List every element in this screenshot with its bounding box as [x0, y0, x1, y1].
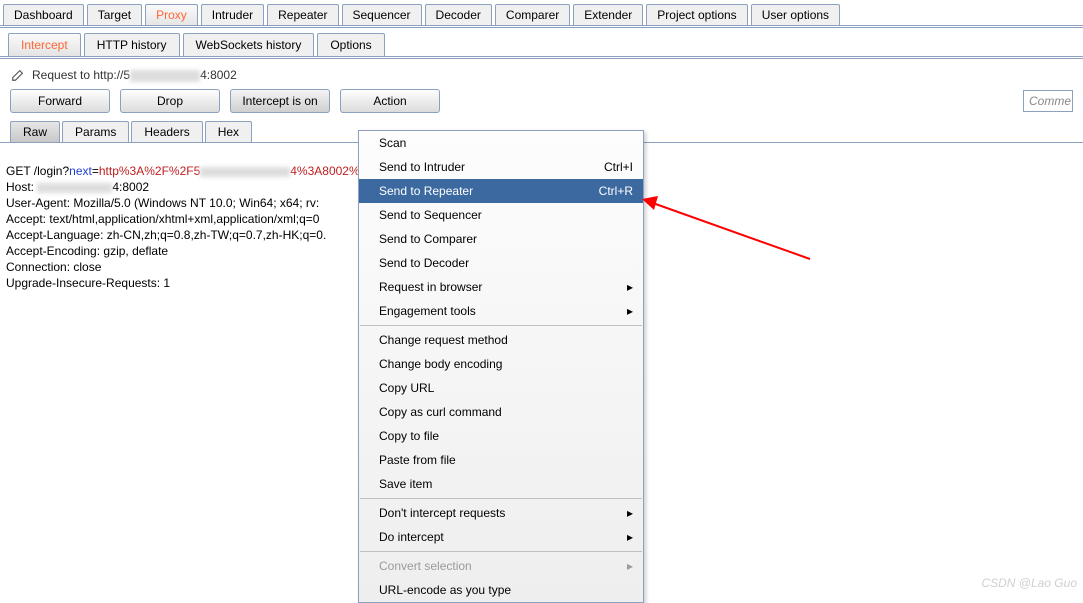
menu-item-change-request-method[interactable]: Change request method — [359, 328, 643, 352]
menu-shortcut: Ctrl+I — [584, 160, 633, 174]
view-tab-params[interactable]: Params — [62, 121, 129, 142]
menu-item-don-t-intercept-requests[interactable]: Don't intercept requests ▸ — [359, 501, 643, 525]
drop-button[interactable]: Drop — [120, 89, 220, 113]
menu-item-label: Send to Comparer — [379, 232, 477, 246]
menu-item-label: Change request method — [379, 333, 508, 347]
menu-item-label: URL-encode as you type — [379, 583, 511, 597]
intercept-toggle-button[interactable]: Intercept is on — [230, 89, 330, 113]
menu-item-copy-as-curl-command[interactable]: Copy as curl command — [359, 400, 643, 424]
main-tab-extender[interactable]: Extender — [573, 4, 643, 25]
submenu-arrow-icon: ▸ — [627, 280, 633, 294]
main-tab-repeater[interactable]: Repeater — [267, 4, 338, 25]
menu-item-label: Scan — [379, 136, 406, 150]
menu-item-copy-url[interactable]: Copy URL — [359, 376, 643, 400]
menu-separator — [360, 498, 642, 499]
main-tab-sequencer[interactable]: Sequencer — [342, 4, 422, 25]
menu-item-label: Convert selection — [379, 559, 472, 573]
comment-input[interactable]: Comme — [1023, 90, 1073, 112]
menu-item-label: Copy URL — [379, 381, 434, 395]
view-tab-hex[interactable]: Hex — [205, 121, 252, 142]
menu-item-label: Engagement tools — [379, 304, 476, 318]
submenu-arrow-icon: ▸ — [627, 530, 633, 544]
watermark: CSDN @Lao Guo — [981, 576, 1077, 590]
menu-item-label: Do intercept — [379, 530, 444, 544]
main-tab-dashboard[interactable]: Dashboard — [3, 4, 84, 25]
action-button[interactable]: Action — [340, 89, 440, 113]
view-tab-headers[interactable]: Headers — [131, 121, 202, 142]
sub-tab-websockets-history[interactable]: WebSockets history — [183, 33, 315, 56]
menu-item-label: Send to Decoder — [379, 256, 469, 270]
action-context-menu: Scan Send to Intruder Ctrl+I Send to Repeat… — [358, 130, 644, 603]
menu-item-label: Change body encoding — [379, 357, 502, 371]
sub-tab-intercept[interactable]: Intercept — [8, 33, 81, 56]
menu-item-paste-from-file[interactable]: Paste from file — [359, 448, 643, 472]
submenu-arrow-icon: ▸ — [627, 506, 633, 520]
main-tab-user-options[interactable]: User options — [751, 4, 840, 25]
submenu-arrow-icon: ▸ — [627, 304, 633, 318]
menu-item-label: Don't intercept requests — [379, 506, 505, 520]
main-tab-comparer[interactable]: Comparer — [495, 4, 570, 25]
submenu-arrow-icon: ▸ — [627, 559, 633, 573]
menu-item-send-to-comparer[interactable]: Send to Comparer — [359, 227, 643, 251]
menu-item-label: Copy as curl command — [379, 405, 502, 419]
menu-separator — [360, 325, 642, 326]
request-target-label: Request to http://54:8002 — [32, 68, 237, 82]
forward-button[interactable]: Forward — [10, 89, 110, 113]
main-tab-proxy[interactable]: Proxy — [145, 4, 198, 25]
view-tab-raw[interactable]: Raw — [10, 121, 60, 142]
menu-item-label: Paste from file — [379, 453, 456, 467]
menu-item-convert-selection: Convert selection ▸ — [359, 554, 643, 578]
menu-item-save-item[interactable]: Save item — [359, 472, 643, 496]
menu-item-send-to-repeater[interactable]: Send to Repeater Ctrl+R — [359, 179, 643, 203]
menu-item-send-to-intruder[interactable]: Send to Intruder Ctrl+I — [359, 155, 643, 179]
menu-item-change-body-encoding[interactable]: Change body encoding — [359, 352, 643, 376]
menu-item-copy-to-file[interactable]: Copy to file — [359, 424, 643, 448]
main-tab-project-options[interactable]: Project options — [646, 4, 747, 25]
menu-item-label: Copy to file — [379, 429, 439, 443]
menu-item-label: Send to Repeater — [379, 184, 473, 198]
menu-item-scan[interactable]: Scan — [359, 131, 643, 155]
edit-icon[interactable] — [10, 67, 26, 83]
menu-item-do-intercept[interactable]: Do intercept ▸ — [359, 525, 643, 549]
menu-item-send-to-sequencer[interactable]: Send to Sequencer — [359, 203, 643, 227]
menu-item-engagement-tools[interactable]: Engagement tools ▸ — [359, 299, 643, 323]
sub-tab-http-history[interactable]: HTTP history — [84, 33, 180, 56]
menu-item-url-encode-as-you-type[interactable]: URL-encode as you type — [359, 578, 643, 602]
menu-item-label: Send to Sequencer — [379, 208, 482, 222]
sub-tab-options[interactable]: Options — [317, 33, 384, 56]
menu-shortcut: Ctrl+R — [579, 184, 633, 198]
main-tab-decoder[interactable]: Decoder — [425, 4, 492, 25]
menu-item-send-to-decoder[interactable]: Send to Decoder — [359, 251, 643, 275]
sub-tab-wrap: InterceptHTTP historyWebSockets historyO… — [0, 28, 1083, 59]
main-tab-target[interactable]: Target — [87, 4, 142, 25]
main-tab-bar: DashboardTargetProxyIntruderRepeaterSequ… — [0, 0, 1083, 28]
menu-item-label: Send to Intruder — [379, 160, 465, 174]
menu-item-request-in-browser[interactable]: Request in browser ▸ — [359, 275, 643, 299]
menu-item-label: Request in browser — [379, 280, 482, 294]
menu-item-label: Save item — [379, 477, 432, 491]
request-info-bar: Request to http://54:8002 — [0, 59, 1083, 89]
menu-separator — [360, 551, 642, 552]
intercept-button-row: Forward Drop Intercept is on Action Comm… — [0, 89, 1083, 121]
main-tab-intruder[interactable]: Intruder — [201, 4, 264, 25]
